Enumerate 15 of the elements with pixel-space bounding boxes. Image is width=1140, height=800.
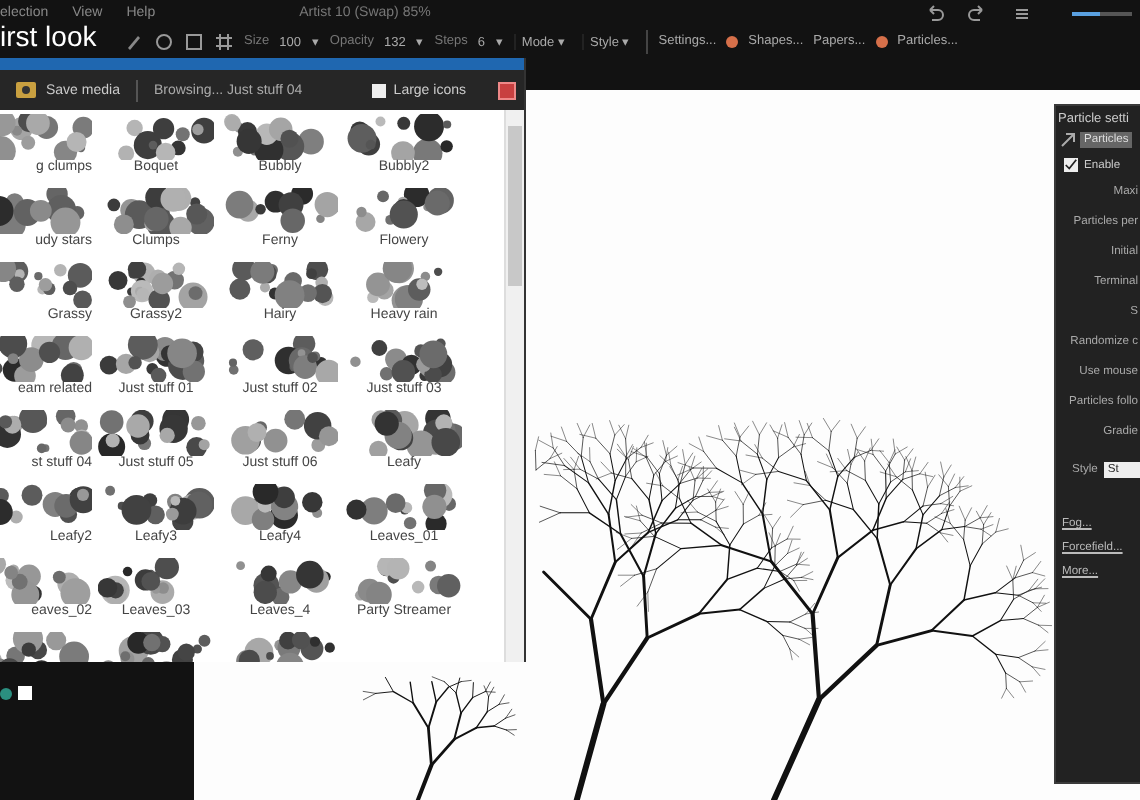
close-button[interactable] <box>498 81 516 99</box>
menu-icon[interactable] <box>1012 3 1032 23</box>
grid-icon[interactable] <box>214 31 234 51</box>
checkmark-icon <box>1064 158 1078 172</box>
video-caption: irst look <box>0 20 97 52</box>
undo-icon[interactable] <box>924 3 944 23</box>
color-swatch[interactable] <box>0 688 12 700</box>
circle-icon[interactable] <box>154 31 174 51</box>
square-icon[interactable] <box>184 31 204 51</box>
redo-icon[interactable] <box>968 3 988 23</box>
color-swatch[interactable] <box>18 686 32 700</box>
film-icon <box>16 82 36 98</box>
arrow-icon[interactable] <box>1060 132 1076 148</box>
scrollbar[interactable] <box>504 110 524 662</box>
brush-icon[interactable] <box>124 31 144 51</box>
